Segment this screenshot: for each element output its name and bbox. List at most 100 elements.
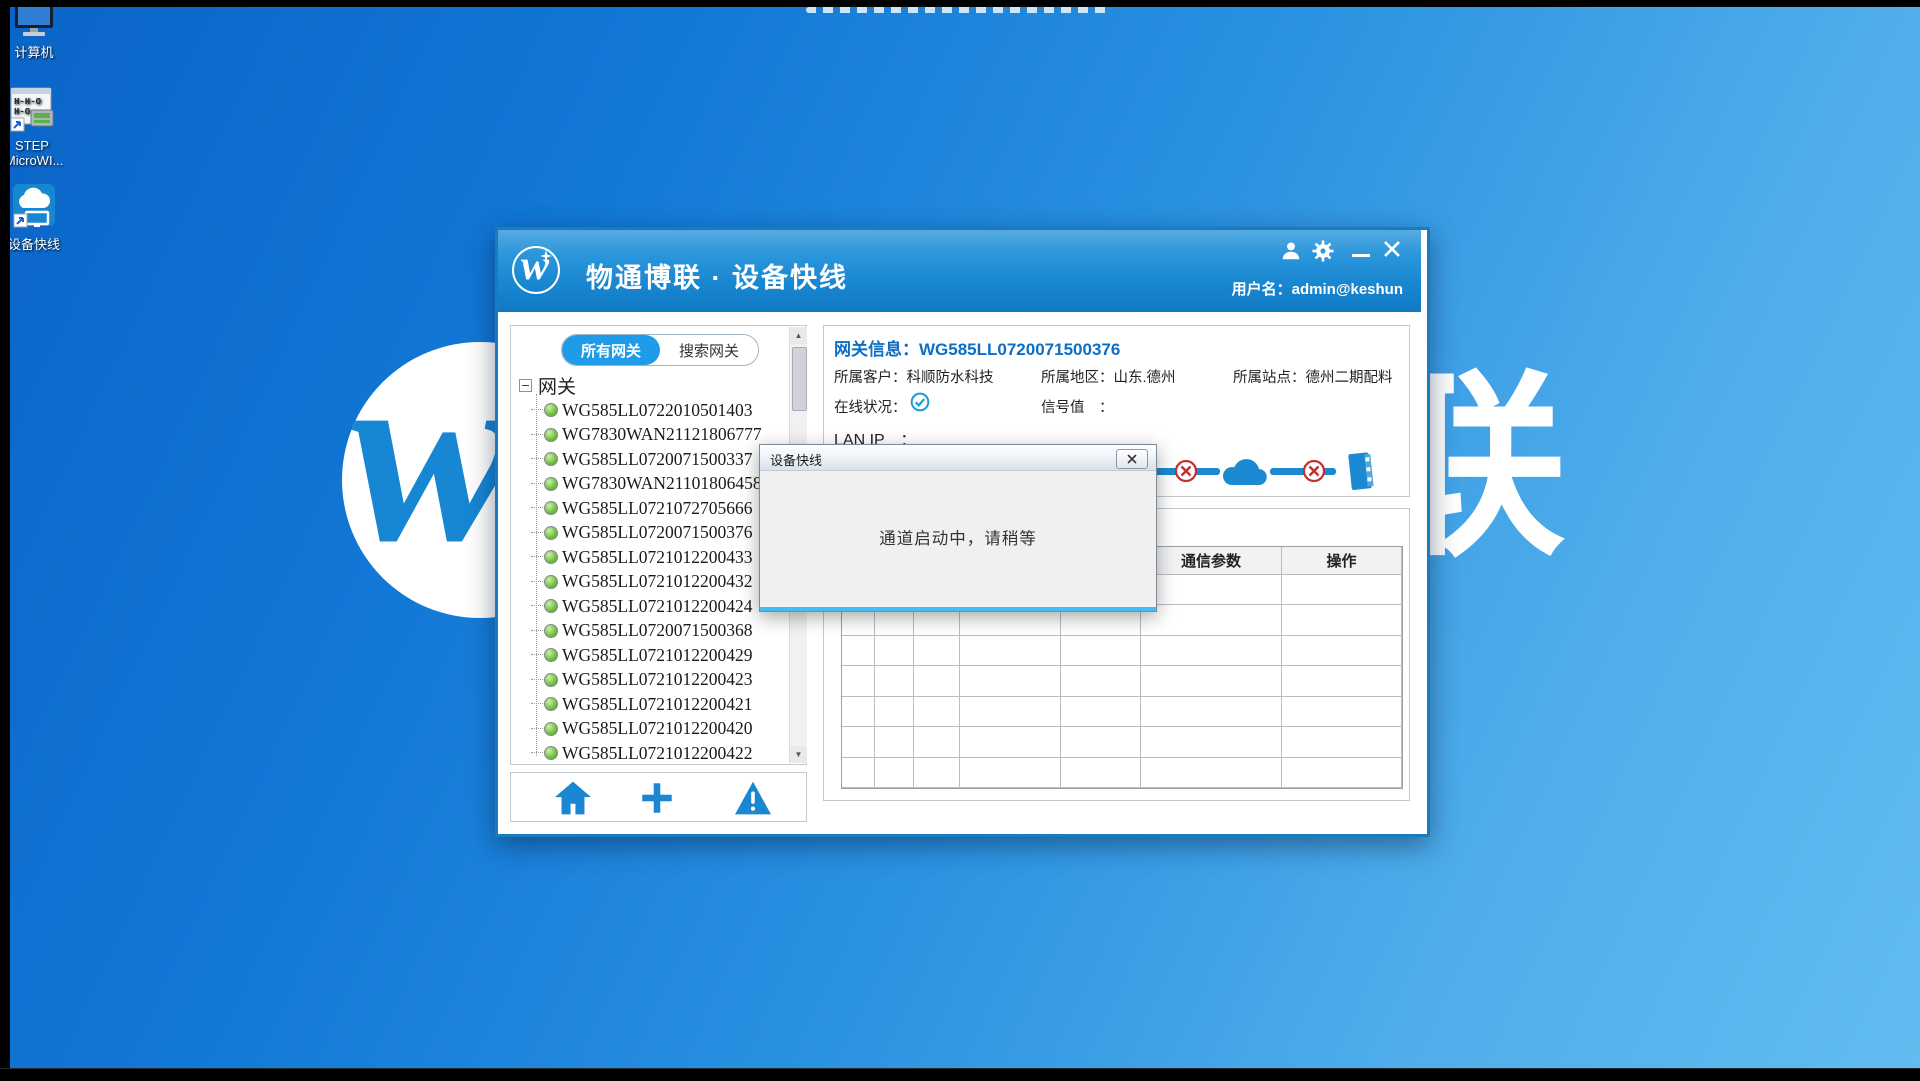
gateway-online-icon <box>544 403 558 417</box>
gateway-online-icon <box>544 575 558 589</box>
dialog-titlebar[interactable]: 设备快线 <box>760 445 1156 471</box>
gateway-id: WG585LL0721012200424 <box>562 596 753 617</box>
scroll-up-button[interactable]: ▲ <box>790 327 807 344</box>
tree-collapse-icon[interactable] <box>519 379 532 392</box>
minimize-button[interactable] <box>1352 254 1370 257</box>
gateway-online-icon <box>544 428 558 442</box>
tree-item-gateway[interactable]: WG7830WAN21101806458 <box>531 472 762 496</box>
gateway-online-icon <box>544 624 558 638</box>
table-cell <box>914 758 960 788</box>
gateway-online-icon <box>544 599 558 613</box>
table-cell <box>875 758 914 788</box>
table-cell <box>842 758 875 788</box>
computer-icon <box>11 2 57 40</box>
tree-item-gateway[interactable]: WG585LL0721012200424 <box>531 594 753 618</box>
home-button[interactable] <box>553 780 593 816</box>
tree-item-gateway[interactable]: WG585LL0721012200421 <box>531 692 753 716</box>
screen-top-bar <box>0 0 1920 7</box>
tree-item-gateway[interactable]: WG585LL0721012200429 <box>531 643 753 667</box>
gateway-id: WG585LL0721012200423 <box>562 669 753 690</box>
gateway-online-icon <box>544 526 558 540</box>
desktop: w 物通博联 计算机 H-H-O H-O STEP -MicroWI <box>0 0 1920 1080</box>
username-label: 用户名：admin@keshun <box>1232 278 1403 299</box>
bottom-toolbar <box>510 772 807 822</box>
table-cell <box>914 727 960 757</box>
svg-text:H-H-O: H-H-O <box>14 97 42 107</box>
tree-root-node[interactable]: 网关 <box>519 372 576 399</box>
table-cell <box>960 697 1061 727</box>
gear-icon[interactable] <box>1312 240 1334 262</box>
tree-branch-line <box>531 556 543 558</box>
gateway-id: WG585LL0721012200432 <box>562 571 753 592</box>
user-icon[interactable] <box>1280 240 1302 262</box>
add-gateway-button[interactable] <box>637 780 677 816</box>
tree-item-gateway[interactable]: WG585LL0721012200422 <box>531 741 753 765</box>
tree-item-gateway[interactable]: WG585LL0721012200433 <box>531 545 753 569</box>
tree-item-gateway[interactable]: WG585LL0720071500376 <box>531 521 753 545</box>
tree-branch-line <box>531 703 543 705</box>
gateway-online-icon <box>544 452 558 466</box>
taskbar-strip <box>0 1068 1920 1081</box>
step-microwin-icon: H-H-O H-O <box>7 86 57 136</box>
svg-text:H-O: H-O <box>14 107 31 117</box>
table-cell <box>875 666 914 696</box>
table-cell <box>875 636 914 666</box>
customer-field: 所属客户：科顺防水科技 <box>834 366 994 387</box>
dialog-message: 通道启动中，请稍等 <box>760 525 1156 549</box>
app-title: 物通博联 · 设备快线 <box>586 256 848 295</box>
site-field: 所属站点：德州二期配料 <box>1233 366 1393 387</box>
gateway-online-icon <box>544 477 558 491</box>
desktop-icon-device-express[interactable]: 设备快线 <box>2 182 66 253</box>
dialog-title: 设备快线 <box>770 450 822 469</box>
gateway-id: WG585LL0721012200429 <box>562 645 753 666</box>
tree-item-gateway[interactable]: WG7830WAN21121806777 <box>531 423 762 447</box>
gateway-online-icon <box>544 673 558 687</box>
table-cell <box>1061 727 1141 757</box>
scrollbar-thumb[interactable] <box>792 347 807 411</box>
tree-item-gateway[interactable]: WG585LL0721072705666 <box>531 496 753 520</box>
tree-branch-line <box>531 728 543 730</box>
close-button[interactable] <box>1382 239 1402 259</box>
gateway-tabs: 所有网关 搜索网关 <box>561 334 759 366</box>
tree-branch-line <box>531 654 543 656</box>
titlebar: w 物通博联 · 设备快线 用户名：admin@keshun <box>498 230 1421 312</box>
tree-branch-line <box>531 434 543 436</box>
table-cell <box>1141 575 1282 605</box>
dialog-bottom-edge <box>760 607 1156 611</box>
table-cell <box>1282 636 1402 666</box>
table-header-cell: 通信参数 <box>1141 547 1282 575</box>
progress-dialog: 设备快线 通道启动中，请稍等 <box>759 444 1157 612</box>
tab-search-gateways[interactable]: 搜索网关 <box>660 335 758 365</box>
online-status-label: 在线状况： <box>834 396 907 417</box>
tree-item-gateway[interactable]: WG585LL0721012200423 <box>531 668 753 692</box>
online-check-icon <box>910 392 930 412</box>
table-cell <box>875 727 914 757</box>
table-cell <box>1061 758 1141 788</box>
tab-all-gateways[interactable]: 所有网关 <box>562 335 660 365</box>
tree-root-label: 网关 <box>538 372 576 399</box>
gateway-online-icon <box>544 550 558 564</box>
dialog-close-button[interactable] <box>1116 449 1148 469</box>
disconnected-icon <box>1302 459 1326 483</box>
table-cell <box>1282 697 1402 727</box>
tree-item-gateway[interactable]: WG585LL0721012200432 <box>531 570 753 594</box>
table-cell <box>1282 605 1402 635</box>
screen-left-bar <box>0 0 10 1080</box>
tree-item-gateway[interactable]: WG585LL0720071500368 <box>531 619 753 643</box>
gateway-online-icon <box>544 697 558 711</box>
table-cell <box>960 666 1061 696</box>
table-cell <box>1282 666 1402 696</box>
table-cell <box>960 727 1061 757</box>
gateway-info-header: 网关信息：WG585LL0720071500376 <box>834 335 1120 360</box>
tree-item-gateway[interactable]: WG585LL0720071500337 <box>531 447 753 471</box>
tree-branch-line <box>531 458 543 460</box>
disconnected-icon <box>1174 459 1198 483</box>
tree-item-gateway[interactable]: WG585LL0721012200420 <box>531 717 753 741</box>
gateway-id: WG7830WAN21121806777 <box>562 424 762 445</box>
alert-button[interactable] <box>733 780 773 816</box>
table-cell <box>1061 697 1141 727</box>
scroll-down-button[interactable]: ▼ <box>790 746 807 763</box>
table-cell <box>914 697 960 727</box>
tree-item-gateway[interactable]: WG585LL0722010501403 <box>531 398 753 422</box>
desktop-icon-computer[interactable]: 计算机 <box>2 2 66 61</box>
